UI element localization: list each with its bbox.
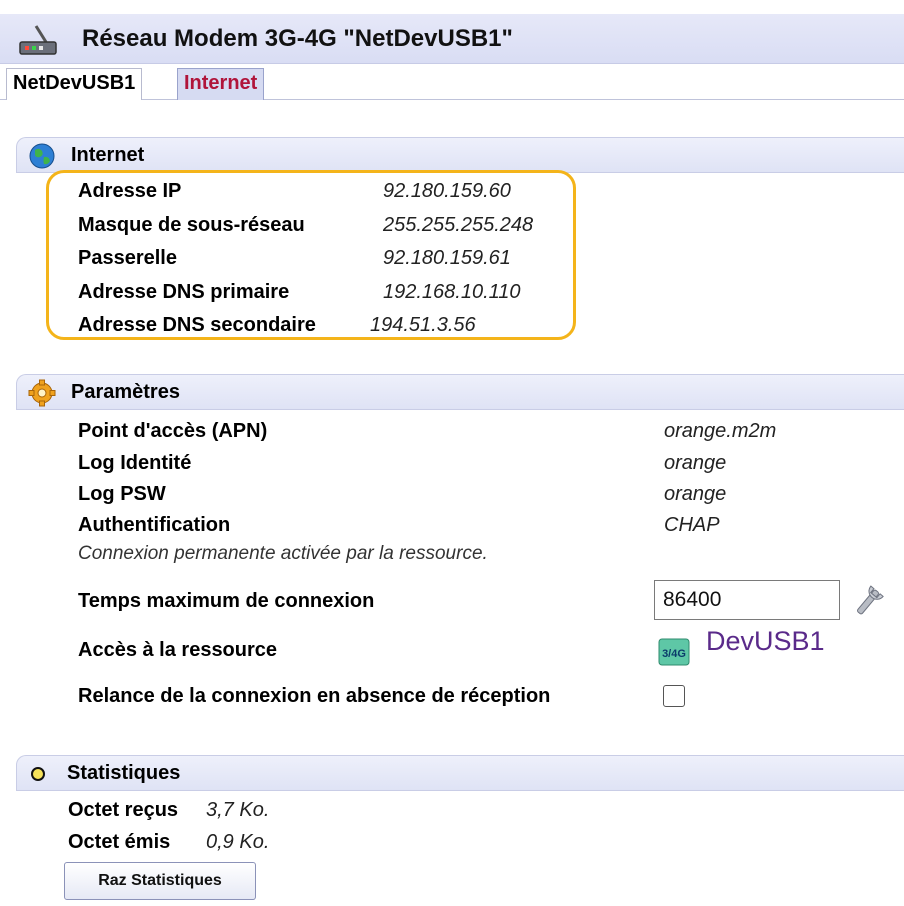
- value-apn: orange.m2m: [664, 420, 777, 442]
- circle-icon: [31, 767, 45, 781]
- gear-icon: [28, 379, 56, 407]
- label-dns-secondary: Adresse DNS secondaire: [78, 314, 316, 336]
- raz-statistiques-button[interactable]: Raz Statistiques: [64, 862, 256, 900]
- label-log-psw: Log PSW: [78, 483, 166, 505]
- label-authentification: Authentification: [78, 514, 231, 536]
- value-log-identite: orange: [664, 452, 727, 474]
- value-ip-address: 92.180.159.60: [383, 180, 511, 202]
- label-resource-access: Accès à la ressource: [78, 639, 278, 661]
- section-header-internet[interactable]: Internet: [16, 137, 904, 173]
- section-header-statistiques[interactable]: Statistiques: [16, 755, 904, 791]
- section-title-parametres: Paramètres: [71, 381, 180, 403]
- connection-info-text: Connexion permanente activée par la ress…: [78, 543, 488, 564]
- tab-internet[interactable]: Internet: [177, 68, 265, 100]
- value-octets-emis: 0,9 Ko.: [206, 831, 270, 853]
- value-octets-recus: 3,7 Ko.: [206, 799, 270, 821]
- resource-link[interactable]: DevUSB1: [706, 626, 825, 657]
- wrench-icon[interactable]: [846, 584, 890, 620]
- section-header-parametres[interactable]: Paramètres: [16, 374, 904, 410]
- svg-text:3/4G: 3/4G: [662, 648, 686, 660]
- value-log-psw: orange: [664, 483, 727, 505]
- label-log-identite: Log Identité: [78, 452, 192, 474]
- label-relance-connexion: Relance de la connexion en absence de ré…: [78, 685, 551, 707]
- window-titlebar: Réseau Modem 3G-4G "NetDevUSB1": [0, 14, 904, 64]
- label-max-connection-time: Temps maximum de connexion: [78, 590, 375, 612]
- value-subnet-mask: 255.255.255.248: [383, 214, 534, 236]
- value-dns-secondary: 194.51.3.56: [370, 314, 476, 336]
- label-gateway: Passerelle: [78, 247, 177, 269]
- value-authentification: CHAP: [664, 514, 720, 536]
- max-connection-time-input[interactable]: [654, 580, 840, 620]
- label-ip-address: Adresse IP: [78, 180, 182, 202]
- label-octets-recus: Octet reçus: [68, 799, 179, 821]
- label-octets-emis: Octet émis: [68, 831, 171, 853]
- label-apn: Point d'accès (APN): [78, 420, 268, 442]
- section-title-internet: Internet: [71, 144, 145, 166]
- 3g4g-icon: 3/4G: [658, 638, 690, 666]
- relance-connexion-checkbox[interactable]: [663, 685, 685, 707]
- section-title-statistiques: Statistiques: [67, 762, 181, 784]
- tab-netdevusb1[interactable]: NetDevUSB1: [6, 68, 143, 100]
- label-subnet-mask: Masque de sous-réseau: [78, 214, 305, 236]
- value-gateway: 92.180.159.61: [383, 247, 511, 269]
- value-dns-primary: 192.168.10.110: [383, 281, 521, 303]
- label-dns-primary: Adresse DNS primaire: [78, 281, 290, 303]
- tab-bar: NetDevUSB1 Internet: [0, 64, 904, 100]
- globe-icon: [29, 143, 55, 169]
- page-title: Réseau Modem 3G-4G "NetDevUSB1": [82, 25, 513, 52]
- modem-icon: [19, 25, 57, 55]
